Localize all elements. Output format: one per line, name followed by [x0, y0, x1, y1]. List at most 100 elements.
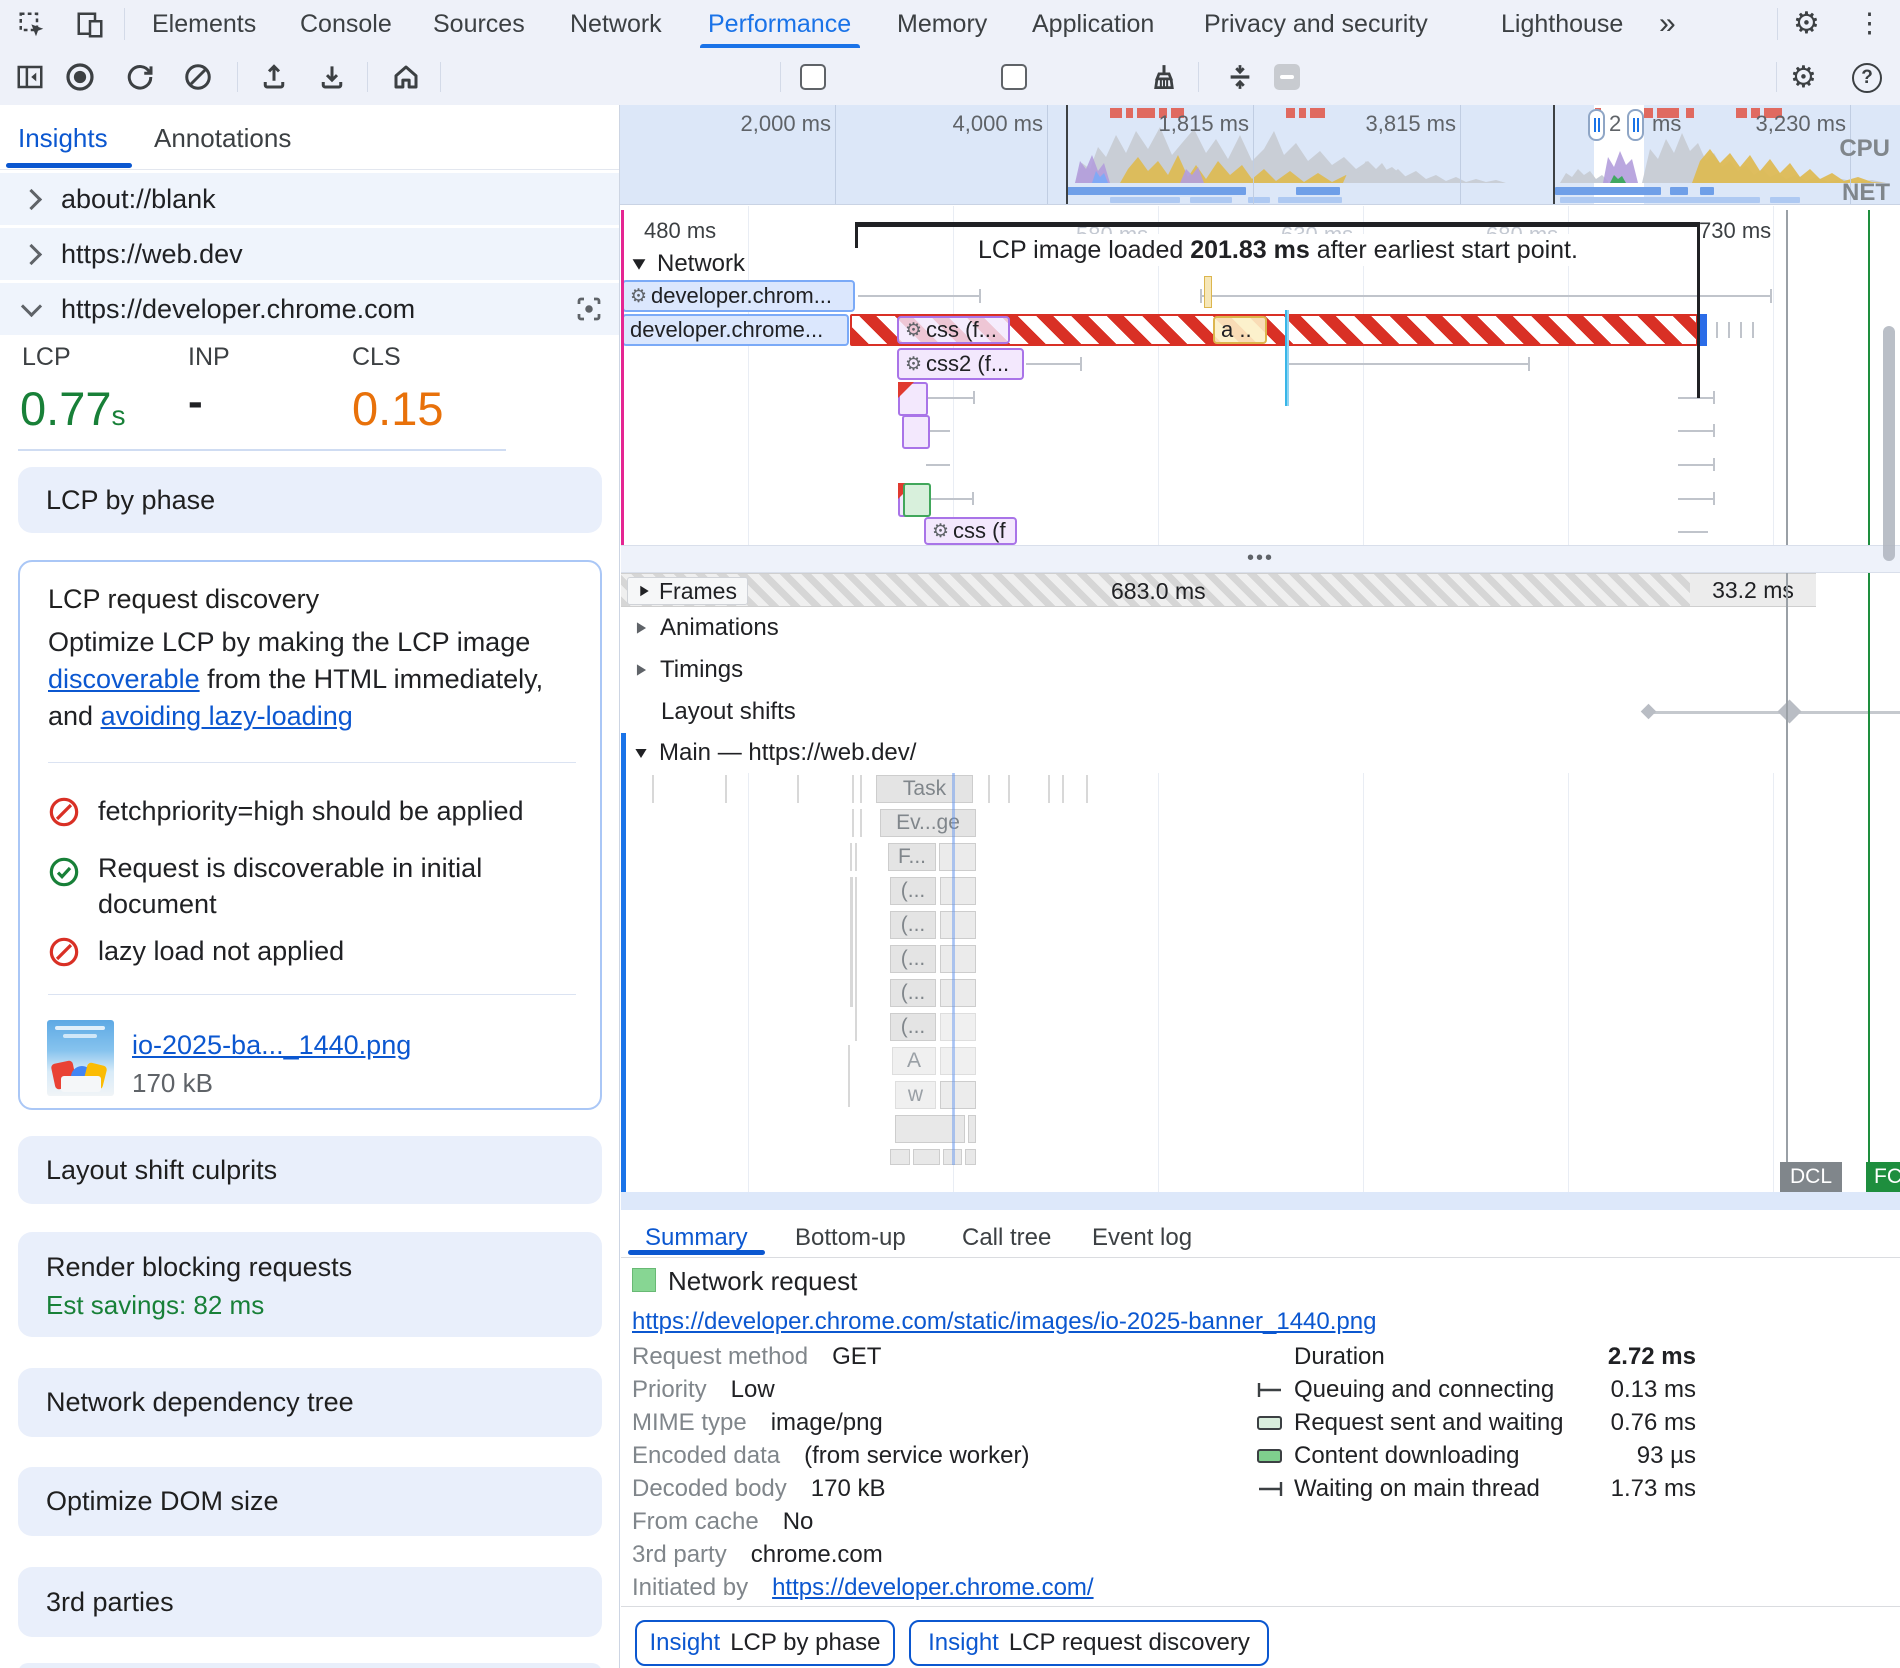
task-sliver[interactable] — [1086, 775, 1088, 803]
network-request-row[interactable]: ⚙css2 (f... — [897, 348, 1024, 380]
collect-garbage-icon[interactable] — [1148, 61, 1180, 93]
network-request-box[interactable] — [903, 483, 931, 517]
tab-application[interactable]: Application — [1032, 0, 1154, 48]
load-profile-icon[interactable] — [258, 61, 290, 93]
tab-privacy-security[interactable]: Privacy and security — [1204, 0, 1428, 48]
flame-box[interactable] — [913, 1149, 940, 1165]
tab-console[interactable]: Console — [300, 0, 392, 48]
summary-tab-event-log[interactable]: Event log — [1092, 1224, 1192, 1252]
save-profile-icon[interactable] — [316, 61, 348, 93]
flame-anon[interactable] — [940, 1013, 976, 1041]
task-sliver[interactable] — [852, 775, 854, 803]
summary-tab-summary[interactable]: Summary — [645, 1224, 748, 1252]
fcp-badge[interactable]: FC — [1866, 1162, 1900, 1192]
sidebar-tab-annotations[interactable]: Annotations — [154, 123, 291, 154]
task-sliver[interactable] — [652, 775, 654, 803]
task-sliver[interactable] — [850, 843, 852, 871]
task-sliver[interactable] — [855, 843, 857, 871]
flame-box[interactable] — [940, 1081, 976, 1109]
flame-anon[interactable] — [940, 979, 976, 1007]
flame-task[interactable]: Task — [876, 775, 973, 803]
kebab-menu-icon[interactable]: ⋮ — [1856, 8, 1883, 39]
flame-anon[interactable]: (... — [890, 1013, 936, 1041]
frames-chip[interactable]: Frames — [627, 577, 748, 605]
shortcuts-compress-icon[interactable] — [1224, 61, 1256, 93]
network-request-box[interactable]: ⚙css (f — [924, 517, 1017, 545]
flame-event[interactable]: Ev...ge — [880, 809, 976, 837]
card-network-dependency-tree[interactable]: Network dependency tree — [18, 1368, 602, 1437]
sidebar-tab-insights[interactable]: Insights — [18, 123, 108, 154]
flame-anon[interactable]: (... — [890, 877, 936, 905]
flame-fn[interactable] — [939, 843, 976, 871]
card-lcp-request-discovery[interactable]: LCP request discovery Optimize LCP by ma… — [18, 560, 602, 1110]
help-icon[interactable]: ? — [1852, 63, 1882, 93]
task-sliver[interactable] — [1048, 775, 1050, 803]
card-lcp-by-phase[interactable]: LCP by phase — [18, 467, 602, 533]
task-sliver[interactable] — [797, 775, 799, 803]
flame-anon[interactable] — [940, 911, 976, 939]
focus-page-icon[interactable] — [574, 294, 604, 324]
flame-a[interactable]: A — [892, 1047, 936, 1075]
main-flame-chart[interactable]: Task Ev...ge F... (... (... (... (... (.… — [621, 773, 1900, 1165]
task-sliver[interactable] — [852, 809, 854, 837]
summary-tab-bottom-up[interactable]: Bottom-up — [795, 1224, 906, 1252]
panel-settings-gear-icon[interactable]: ⚙ — [1790, 60, 1817, 95]
flame-anon[interactable] — [940, 877, 976, 905]
settings-gear-icon[interactable]: ⚙ — [1793, 6, 1820, 41]
dim-third-parties-checkbox[interactable] — [1274, 64, 1300, 90]
more-tabs-icon[interactable]: » — [1659, 0, 1676, 48]
task-sliver[interactable] — [860, 809, 862, 837]
session-row-about-blank[interactable]: about://blank — [0, 173, 620, 225]
task-sliver[interactable] — [1062, 775, 1064, 803]
insight-lcp-request-discovery-button[interactable]: Insight LCP request discovery — [909, 1620, 1269, 1666]
tab-lighthouse[interactable]: Lighthouse — [1501, 0, 1623, 48]
device-toolbar-icon[interactable] — [74, 9, 106, 41]
tab-sources[interactable]: Sources — [433, 0, 525, 48]
network-group-toggle[interactable]: Network — [631, 250, 745, 278]
task-sliver[interactable] — [855, 877, 857, 1041]
animations-track[interactable]: Animations — [621, 607, 1900, 650]
card-render-blocking-requests[interactable]: Render blocking requests Est savings: 82… — [18, 1232, 602, 1337]
card-third-parties[interactable]: 3rd parties — [18, 1567, 602, 1637]
lcp-image-link[interactable]: io-2025-ba..._1440.png — [132, 1030, 411, 1061]
flame-box[interactable] — [965, 1149, 976, 1165]
tab-network[interactable]: Network — [570, 0, 662, 48]
network-request-box[interactable] — [902, 415, 930, 449]
session-row-developer-chrome[interactable]: https://developer.chrome.com — [0, 283, 620, 335]
vertical-scrollbar-thumb[interactable] — [1883, 326, 1895, 561]
network-request-row[interactable]: developer.chrome... — [622, 314, 849, 346]
clear-icon[interactable] — [182, 61, 214, 93]
tab-elements[interactable]: Elements — [152, 0, 256, 48]
record-and-reload-icon[interactable] — [124, 61, 156, 93]
insight-lcp-by-phase-button[interactable]: Insight LCP by phase — [635, 1620, 895, 1666]
font-request-box[interactable]: a .. — [1213, 316, 1267, 344]
toggle-sidebar-icon[interactable] — [14, 61, 46, 93]
frames-track[interactable]: Frames 683.0 ms — [621, 573, 1690, 607]
screenshots-checkbox[interactable] — [800, 64, 826, 90]
main-thread-track-header[interactable]: Main — https://web.dev/ — [621, 733, 1900, 773]
network-request-row[interactable]: ⚙developer.chrom... — [622, 280, 855, 312]
card-layout-shift-culprits[interactable]: Layout shift culprits — [18, 1136, 602, 1204]
dcl-badge[interactable]: DCL — [1780, 1162, 1842, 1192]
avoid-lazy-loading-link[interactable]: avoiding lazy-loading — [101, 701, 353, 731]
flame-box[interactable] — [968, 1115, 976, 1143]
timings-track[interactable]: Timings — [621, 649, 1900, 692]
session-row-web-dev[interactable]: https://web.dev — [0, 228, 620, 280]
record-icon[interactable] — [64, 61, 96, 93]
task-sliver[interactable] — [1008, 775, 1010, 803]
task-sliver[interactable] — [848, 1045, 850, 1107]
flame-anon[interactable]: (... — [890, 911, 936, 939]
network-request-box[interactable] — [898, 382, 928, 416]
flame-box[interactable] — [940, 1047, 976, 1075]
task-sliver[interactable] — [725, 775, 727, 803]
task-sliver[interactable] — [850, 877, 853, 1007]
flame-anon[interactable]: (... — [890, 945, 936, 973]
timeline-minimap[interactable]: 2,000 ms 4,000 ms 1,815 ms 3,815 ms 2 ms… — [620, 105, 1900, 205]
tab-performance[interactable]: Performance — [708, 0, 851, 48]
flame-anon[interactable] — [940, 945, 976, 973]
initiator-link[interactable]: https://developer.chrome.com/ — [772, 1574, 1094, 1602]
summary-tab-call-tree[interactable]: Call tree — [962, 1224, 1051, 1252]
flame-box[interactable] — [890, 1149, 910, 1165]
minimap-left-handle[interactable] — [1588, 109, 1605, 141]
task-sliver[interactable] — [860, 775, 862, 803]
